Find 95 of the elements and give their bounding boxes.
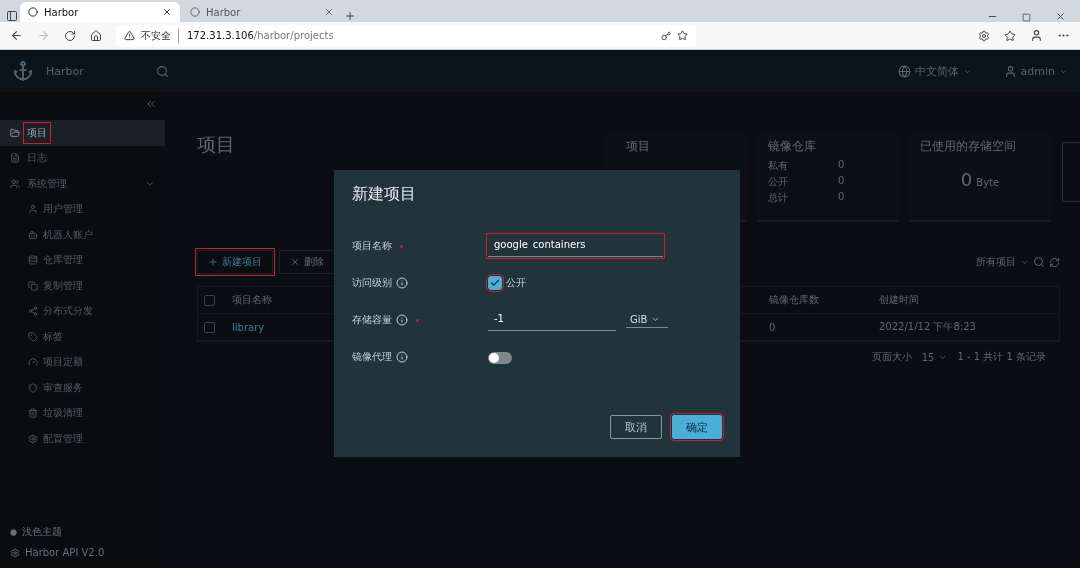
dot-icon	[10, 528, 17, 536]
dialog-title: 新建项目	[352, 184, 417, 205]
check-icon	[490, 278, 500, 288]
field-label: 访问级别	[352, 276, 392, 290]
theme-toggle[interactable]: 浅色主题	[10, 525, 165, 539]
unit-select[interactable]: GiB	[626, 312, 668, 328]
key-icon[interactable]	[661, 30, 671, 41]
required-mark	[400, 244, 403, 248]
project-name-input[interactable]: google_containers	[488, 235, 663, 257]
new-tab-icon[interactable]	[344, 10, 356, 22]
new-project-button[interactable]: 新建项目	[197, 250, 273, 274]
required-mark	[416, 318, 419, 322]
sidebar-item[interactable]: 复制管理	[0, 273, 165, 299]
user-icon	[28, 204, 38, 215]
close-icon[interactable]	[162, 7, 172, 17]
logo-icon	[12, 60, 34, 82]
star-icon[interactable]	[677, 30, 688, 41]
sidebar-toggle-icon[interactable]	[6, 10, 18, 22]
sidebar-item[interactable]: 日志	[0, 145, 165, 171]
robot-icon	[28, 229, 38, 240]
row-checkbox[interactable]	[204, 321, 215, 333]
plus-icon	[208, 257, 218, 267]
page-title: 项目	[197, 132, 235, 157]
url-host: 172.31.3.106	[187, 30, 254, 41]
settings-icon	[28, 433, 38, 444]
close-icon	[290, 257, 300, 267]
copy-icon	[28, 280, 38, 291]
public-checkbox[interactable]	[488, 276, 502, 290]
settings-icon[interactable]	[978, 29, 990, 42]
field-label: 镜像代理	[352, 350, 392, 364]
browser-tab[interactable]: Harbor	[20, 2, 180, 22]
pagination-summary: 1 - 1 共计 1 条记录	[957, 350, 1046, 364]
sidebar-item[interactable]: 配置管理	[0, 426, 165, 452]
sidebar-item[interactable]: 分布式分发	[0, 298, 165, 324]
info-icon[interactable]	[396, 351, 408, 363]
users-icon	[10, 178, 20, 189]
sidebar-item[interactable]: 用户管理	[0, 196, 165, 222]
trash-icon	[28, 408, 38, 419]
search-icon[interactable]	[155, 64, 169, 78]
sidebar-item[interactable]: 仓库管理	[0, 247, 165, 273]
collapse-icon[interactable]	[145, 98, 157, 110]
confirm-button[interactable]: 确定	[672, 415, 722, 439]
address-bar[interactable]: 不安全 172.31.3.106/harbor/projects	[116, 24, 696, 47]
document-icon	[10, 153, 20, 164]
project-filter[interactable]: 所有项目	[976, 255, 1029, 269]
api-link[interactable]: Harbor API V2.0	[10, 547, 165, 558]
gear-icon	[10, 547, 20, 558]
checkbox-label: 公开	[506, 276, 526, 290]
url-path: /harbor/projects	[253, 30, 334, 41]
maximize-icon[interactable]	[1022, 13, 1031, 22]
sidebar-item[interactable]: 标签	[0, 324, 165, 350]
language-menu[interactable]: 中文简体	[897, 63, 972, 79]
site-icon	[28, 7, 38, 17]
globe-icon	[897, 64, 911, 78]
info-icon[interactable]	[396, 314, 408, 326]
proxy-toggle[interactable]	[488, 351, 512, 364]
field-label: 项目名称	[352, 239, 392, 253]
database-icon	[28, 255, 38, 266]
info-icon[interactable]	[396, 277, 408, 289]
sidebar-item[interactable]: 项目	[0, 120, 165, 146]
search-icon[interactable]	[1033, 256, 1045, 268]
folder-icon	[10, 127, 20, 138]
user-menu[interactable]: admin	[1003, 64, 1068, 78]
back-icon[interactable]	[10, 29, 23, 42]
home-icon[interactable]	[90, 29, 102, 42]
reload-icon[interactable]	[64, 29, 76, 42]
sidebar-item[interactable]: 系统管理	[0, 171, 165, 197]
page-size-label: 页面大小	[871, 350, 912, 364]
user-icon	[1003, 64, 1017, 78]
sidebar-item[interactable]: 垃圾清理	[0, 400, 165, 426]
quota-input[interactable]: -1	[488, 309, 616, 331]
table-cell-text: 2022/1/12 下午8:23	[879, 320, 977, 334]
caret-icon	[651, 315, 661, 324]
shield-icon	[28, 382, 38, 393]
field-label: 存储容量	[352, 313, 392, 327]
page-size-select[interactable]: 15	[921, 351, 948, 363]
user-icon[interactable]	[1030, 29, 1043, 42]
site-icon	[190, 7, 200, 17]
sidebar-item[interactable]: 审查服务	[0, 375, 165, 401]
sidebar-item[interactable]: 机器人账户	[0, 222, 165, 248]
gauge-icon	[28, 357, 38, 368]
refresh-icon[interactable]	[1049, 256, 1060, 268]
close-icon[interactable]	[1055, 11, 1066, 22]
sidebar-item[interactable]: 项目定额	[0, 349, 165, 375]
warning-icon	[124, 30, 135, 41]
tag-icon	[28, 331, 38, 342]
table-cell-text: 0	[769, 321, 777, 333]
favorites-icon[interactable]	[1004, 29, 1016, 42]
cancel-button[interactable]: 取消	[610, 415, 662, 439]
select-all-checkbox[interactable]	[204, 294, 215, 306]
brand-name: Harbor	[46, 64, 84, 78]
column-header[interactable]: 创建时间	[879, 293, 1059, 307]
column-header[interactable]: 镜像仓库数	[769, 293, 879, 307]
share-icon	[28, 306, 38, 317]
security-warning: 不安全	[141, 28, 179, 43]
